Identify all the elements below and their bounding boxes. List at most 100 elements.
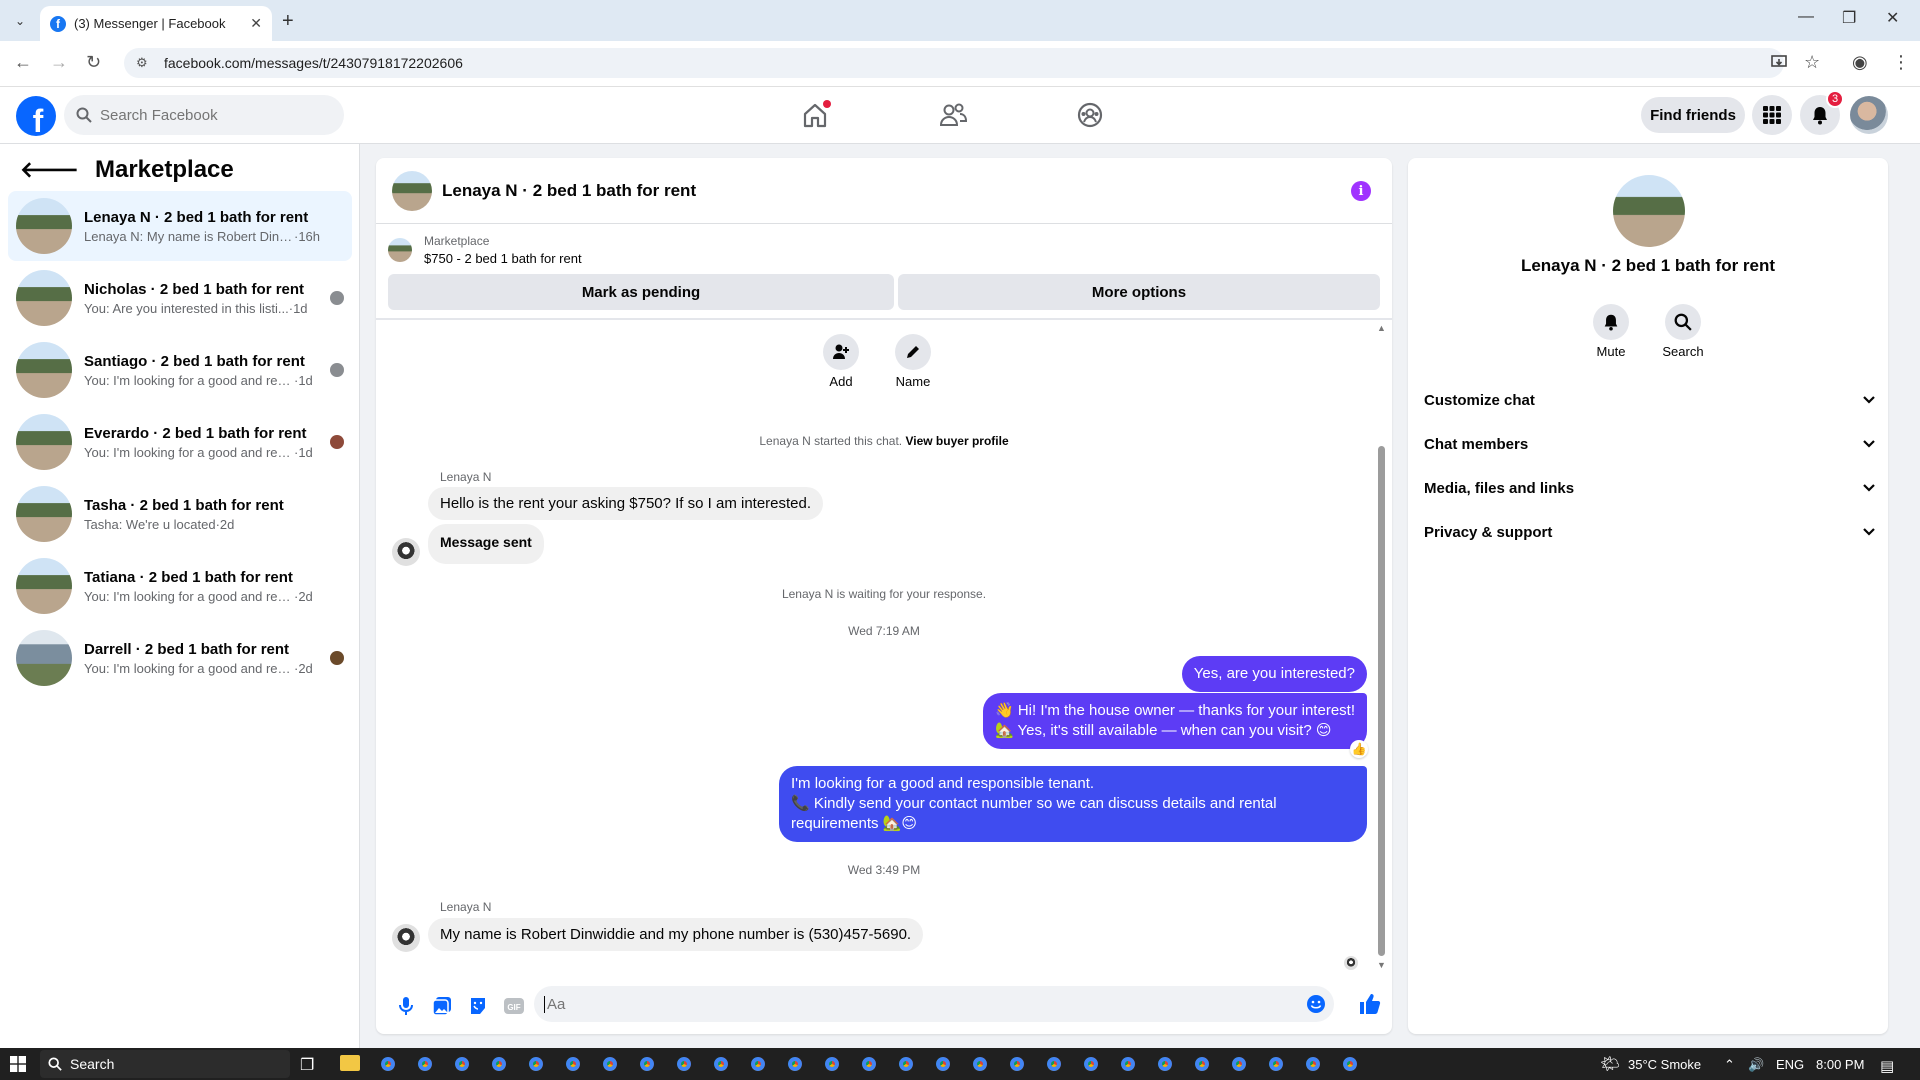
chrome-icon[interactable] [489,1054,509,1074]
chrome-icon[interactable] [1340,1054,1360,1074]
chrome-icon[interactable] [1081,1054,1101,1074]
chrome-icon[interactable] [452,1054,472,1074]
tab-close-icon[interactable]: ✕ [250,15,262,32]
search-in-chat-button[interactable] [1665,304,1701,340]
conversation-item[interactable]: Tatiana · 2 bed 1 bath for rent You: I'm… [8,551,352,621]
emoji-icon[interactable] [1306,994,1326,1014]
incoming-message[interactable]: Hello is the rent your asking $750? If s… [428,487,824,520]
menu-grid-icon[interactable] [1752,95,1792,135]
chrome-icon[interactable] [1266,1054,1286,1074]
conversation-item[interactable]: Nicholas · 2 bed 1 bath for rent You: Ar… [8,263,352,333]
tab-search-button[interactable]: ⌄ [8,10,32,32]
mute-button[interactable] [1593,304,1629,340]
conversation-item[interactable]: Santiago · 2 bed 1 bath for rent You: I'… [8,335,352,405]
chrome-icon[interactable] [1118,1054,1138,1074]
chrome-icon[interactable] [415,1054,435,1074]
listing-summary[interactable]: Marketplace $750 - 2 bed 1 bath for rent [388,232,582,268]
chat-scrollbar[interactable] [1378,446,1385,956]
photo-icon[interactable] [424,988,460,1024]
chrome-icon[interactable] [637,1054,657,1074]
view-buyer-profile-link[interactable]: View buyer profile [905,434,1008,448]
chrome-icon[interactable] [1229,1054,1249,1074]
back-arrow-icon[interactable]: 🡐 [20,157,79,183]
friends-icon[interactable] [933,99,973,131]
new-tab-button[interactable]: + [282,10,294,33]
chrome-icon[interactable] [896,1054,916,1074]
browser-menu-icon[interactable]: ⋮ [1892,52,1910,73]
taskbar-search[interactable]: Search [40,1050,290,1078]
browser-tab-messenger[interactable]: f (3) Messenger | Facebook ✕ [40,6,272,41]
incoming-message[interactable]: Message sent [428,524,544,564]
more-options-button[interactable]: More options [898,274,1380,310]
bookmark-star-icon[interactable]: ☆ [1804,52,1820,73]
mark-as-pending-button[interactable]: Mark as pending [388,274,894,310]
conversation-item[interactable]: Lenaya N · 2 bed 1 bath for rent Lenaya … [8,191,352,261]
chrome-icon[interactable] [674,1054,694,1074]
customize-chat-row[interactable]: Customize chat [1424,378,1876,422]
conversation-item[interactable]: Darrell · 2 bed 1 bath for rent You: I'm… [8,623,352,693]
like-icon[interactable] [1358,992,1382,1016]
weather-text[interactable]: 35°C Smoke [1628,1057,1701,1072]
info-icon[interactable]: i [1351,181,1371,201]
notification-center-icon[interactable]: ▤ [1880,1057,1894,1075]
reload-icon[interactable]: ↻ [86,52,101,73]
privacy-support-row[interactable]: Privacy & support [1424,510,1876,554]
chrome-icon[interactable] [563,1054,583,1074]
chrome-icon[interactable] [378,1054,398,1074]
conversation-item[interactable]: Everardo · 2 bed 1 bath for rent You: I'… [8,407,352,477]
chat-avatar[interactable] [392,170,432,211]
chrome-icon[interactable] [748,1054,768,1074]
conversation-item[interactable]: Tasha · 2 bed 1 bath for rent Tasha: We'… [8,479,352,549]
microphone-icon[interactable] [388,988,424,1024]
back-icon[interactable]: ← [14,52,32,73]
facebook-search[interactable] [64,95,344,135]
chrome-icon[interactable] [711,1054,731,1074]
restore-icon[interactable]: ❐ [1842,8,1856,28]
find-friends-button[interactable]: Find friends [1641,97,1745,133]
tray-chevron-icon[interactable]: ⌃ [1724,1057,1735,1073]
scroll-up-icon[interactable]: ▲ [1377,323,1386,333]
site-info-icon[interactable]: ⚙ [136,55,154,71]
chrome-icon[interactable] [933,1054,953,1074]
outgoing-message[interactable]: I'm looking for a good and responsible t… [779,766,1367,842]
gif-icon[interactable]: GIF [496,988,532,1024]
scroll-down-icon[interactable]: ▼ [1377,960,1386,970]
sticker-icon[interactable] [460,988,496,1024]
outgoing-message[interactable]: Yes, are you interested? [1181,656,1367,692]
chrome-icon[interactable] [526,1054,546,1074]
facebook-logo-icon[interactable]: f [16,96,56,136]
minimize-icon[interactable]: — [1798,8,1814,26]
outgoing-message[interactable]: 👋 Hi! I'm the house owner — thanks for y… [982,693,1367,749]
profile-avatar[interactable] [1613,175,1685,247]
add-person-button[interactable] [823,334,859,370]
url-field[interactable]: ⚙ facebook.com/messages/t/24307918172202… [124,48,1784,78]
message-input[interactable] [544,995,1244,1013]
media-files-links-row[interactable]: Media, files and links [1424,466,1876,510]
chrome-icon[interactable] [1007,1054,1027,1074]
chrome-icon[interactable] [1303,1054,1323,1074]
chrome-icon[interactable] [822,1054,842,1074]
chrome-icon[interactable] [859,1054,879,1074]
chrome-icon[interactable] [970,1054,990,1074]
chrome-icon[interactable] [600,1054,620,1074]
thumbs-up-reaction-icon[interactable]: 👍 [1350,740,1368,758]
clock[interactable]: 8:00 PM [1816,1057,1864,1072]
account-avatar[interactable] [1850,96,1888,134]
chrome-icon[interactable] [1044,1054,1064,1074]
chat-members-row[interactable]: Chat members [1424,422,1876,466]
windows-start-icon[interactable] [10,1056,26,1072]
forward-icon[interactable]: → [50,52,68,73]
weather-icon[interactable]: 🌤 [1600,1054,1620,1074]
profile-icon[interactable]: ◉ [1852,52,1868,73]
chat-title[interactable]: Lenaya N · 2 bed 1 bath for rent [442,181,696,201]
file-explorer-icon[interactable] [340,1055,360,1071]
edit-name-button[interactable] [895,334,931,370]
incoming-message[interactable]: My name is Robert Dinwiddie and my phone… [428,918,924,951]
install-app-icon[interactable] [1770,53,1788,71]
chrome-icon[interactable] [1155,1054,1175,1074]
chrome-icon[interactable] [1192,1054,1212,1074]
language-indicator[interactable]: ENG [1776,1057,1804,1072]
groups-icon[interactable] [1070,99,1110,131]
search-input[interactable] [100,106,320,124]
chrome-icon[interactable] [785,1054,805,1074]
